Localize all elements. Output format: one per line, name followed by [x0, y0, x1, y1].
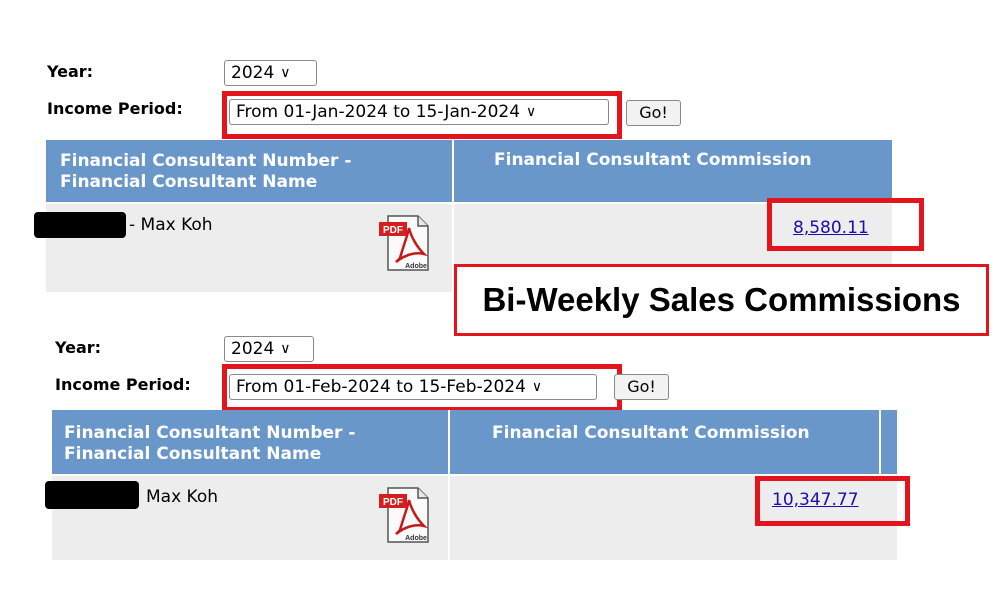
svg-text:Adobe: Adobe [405, 263, 427, 270]
income-period-label: Income Period: [47, 99, 183, 118]
go-button[interactable]: Go! [614, 374, 669, 400]
col-header-consultant-line1: Financial Consultant Number - [64, 423, 356, 443]
col-header-commission: Financial Consultant Commission [492, 423, 810, 443]
year-label: Year: [55, 338, 102, 357]
period-highlight-box [222, 364, 622, 412]
consultant-name: - Max Koh [129, 215, 213, 235]
pdf-icon[interactable]: PDF Adobe [378, 486, 432, 544]
chevron-down-icon: ∨ [280, 341, 291, 357]
redacted-consultant-number [34, 212, 126, 238]
svg-text:PDF: PDF [383, 225, 403, 236]
year-select[interactable]: 2024 ∨ [224, 336, 314, 362]
chevron-down-icon: ∨ [280, 65, 291, 81]
year-select-value: 2024 [231, 63, 275, 83]
column-divider [879, 410, 881, 474]
commission-highlight-box [767, 198, 924, 251]
col-header-consultant-line2: Financial Consultant Name [60, 172, 318, 192]
year-select-value: 2024 [231, 339, 275, 359]
caption-banner: Bi-Weekly Sales Commissions [454, 264, 989, 336]
redacted-consultant-number [45, 481, 139, 509]
period-highlight-box [222, 91, 622, 139]
svg-text:Adobe: Adobe [405, 535, 427, 542]
year-label: Year: [47, 62, 94, 81]
consultant-name: Max Koh [146, 487, 219, 507]
svg-text:PDF: PDF [383, 497, 403, 508]
income-period-label: Income Period: [55, 375, 191, 394]
go-button[interactable]: Go! [626, 100, 681, 126]
year-select[interactable]: 2024 ∨ [224, 60, 317, 86]
pdf-icon[interactable]: PDF Adobe [378, 214, 432, 272]
commission-highlight-box [755, 476, 910, 526]
col-header-commission: Financial Consultant Commission [494, 150, 812, 170]
col-header-consultant-line2: Financial Consultant Name [64, 444, 322, 464]
col-header-consultant-line1: Financial Consultant Number - [60, 151, 352, 171]
